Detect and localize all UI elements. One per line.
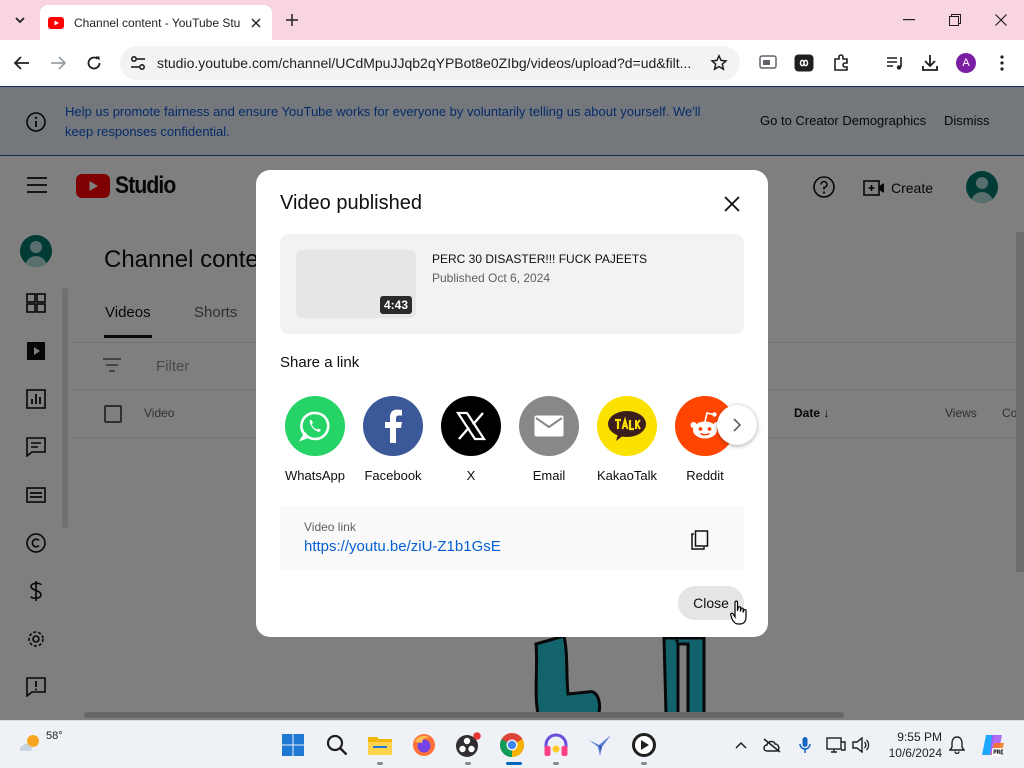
copy-link-icon[interactable] [686,526,714,554]
whatsapp-icon [285,396,345,456]
weather-sun-cloud-icon [18,729,44,755]
share-x-button[interactable]: X [431,396,511,483]
copilot-icon[interactable] [980,732,1006,758]
cloud-sync-off-icon[interactable] [762,735,782,755]
video-title[interactable]: PERC 30 DISASTER!!! FUCK PAJEETS [432,252,647,266]
media-controls-icon[interactable] [884,52,906,74]
media-player-icon[interactable] [630,731,658,759]
extension-infinity-icon[interactable] [793,52,815,74]
forward-arrow-icon[interactable] [46,51,70,75]
firefox-icon[interactable] [410,731,438,759]
browser-tab[interactable]: Channel content - YouTube Stu [40,5,272,40]
browser-menu-icon[interactable] [991,52,1013,74]
share-heading: Share a link [280,354,360,371]
video-published-dialog: Video published 4:43 PERC 30 DISASTER!!!… [256,170,768,637]
url-text[interactable]: studio.youtube.com/channel/UCdMpuJJqb2qY… [157,55,702,71]
share-label-reddit: Reddit [686,468,724,483]
clock-date: 10/6/2024 [888,746,942,760]
video-link-label: Video link [304,520,356,534]
search-icon[interactable] [323,731,351,759]
back-arrow-icon[interactable] [10,51,34,75]
active-app-indicator [506,762,522,765]
running-indicator [377,762,383,765]
windows-taskbar: 58° 9:55 PM 10/6/2024 [0,720,1024,768]
obs-studio-icon[interactable] [454,731,482,759]
mouse-cursor-hand-icon [730,600,748,626]
system-clock[interactable]: 9:55 PM 10/6/2024 [880,729,942,761]
browser-toolbar: studio.youtube.com/channel/UCdMpuJJqb2qY… [0,40,1024,86]
share-label-email: Email [532,468,566,483]
weather-widget[interactable]: 58° [18,729,63,755]
dialog-close-icon[interactable] [720,192,744,216]
kakaotalk-icon [597,396,657,456]
microphone-icon[interactable] [795,735,815,755]
share-facebook-button[interactable]: Facebook [353,396,433,483]
address-bar[interactable]: studio.youtube.com/channel/UCdMpuJJqb2qY… [120,46,740,80]
facebook-icon [363,396,423,456]
site-info-icon[interactable] [128,53,148,73]
tab-title: Channel content - YouTube Stu [74,15,241,30]
show-hidden-icons-chevron-icon[interactable] [731,735,751,755]
share-whatsapp-button[interactable]: WhatsApp [275,396,355,483]
chrome-icon[interactable] [498,731,526,759]
running-indicator [465,762,471,765]
x-icon [441,396,501,456]
notification-bell-icon[interactable] [947,735,967,755]
tab-search-icon[interactable] [8,8,32,32]
video-link-url[interactable]: https://youtu.be/ziU-Z1b1GsE [304,538,501,555]
audio-headphones-app-icon[interactable] [542,731,570,759]
network-display-icon[interactable] [826,735,846,755]
profile-avatar[interactable]: A [956,53,976,73]
clock-time: 9:55 PM [897,730,942,744]
weather-temperature: 58° [46,730,63,742]
extensions-puzzle-icon[interactable] [830,52,852,74]
bookmark-star-icon[interactable] [710,54,728,72]
video-published-date: Published Oct 6, 2024 [432,271,551,285]
running-indicator [641,762,647,765]
share-label-facebook: Facebook [364,468,422,483]
share-label-x: X [466,468,476,483]
bird-app-icon[interactable] [586,731,614,759]
share-label-whatsapp: WhatsApp [285,468,345,483]
share-next-chevron-icon[interactable] [717,405,757,445]
published-video-card: 4:43 PERC 30 DISASTER!!! FUCK PAJEETS Pu… [280,234,744,334]
share-email-button[interactable]: Email [509,396,589,483]
video-thumbnail[interactable]: 4:43 [296,250,416,318]
tab-close-icon[interactable] [248,15,264,31]
share-targets: WhatsApp Facebook X Email KakaoTalk Redd… [256,396,768,486]
running-indicator [553,762,559,765]
email-icon [519,396,579,456]
minimize-icon[interactable] [899,10,919,30]
new-tab-plus-icon[interactable] [282,10,302,30]
file-explorer-icon[interactable] [366,731,394,759]
download-icon[interactable] [919,52,941,74]
dialog-title: Video published [280,192,422,214]
volume-speaker-icon[interactable] [851,735,871,755]
reload-icon[interactable] [82,51,106,75]
video-link-box: Video link https://youtu.be/ziU-Z1b1GsE [280,506,744,570]
share-kakaotalk-button[interactable]: KakaoTalk [587,396,667,483]
video-duration: 4:43 [379,296,412,314]
youtube-favicon-icon [48,16,64,29]
browser-tab-bar: Channel content - YouTube Stu [0,0,1024,40]
share-label-kakaotalk: KakaoTalk [597,468,657,483]
cast-icon[interactable] [757,52,779,74]
restore-icon[interactable] [945,10,965,30]
windows-start-icon[interactable] [279,731,307,759]
window-close-icon[interactable] [991,10,1011,30]
